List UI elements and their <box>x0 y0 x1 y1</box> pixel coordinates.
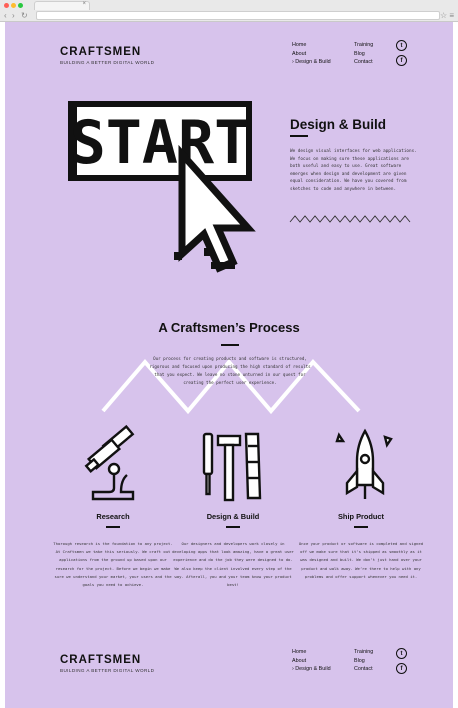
ship-product-title: Ship Product <box>338 512 384 521</box>
footer-logo[interactable]: CRAFTSMEN <box>60 654 141 666</box>
footer-link-about[interactable]: About <box>292 657 331 666</box>
footer-nav-primary: Home About › Design & Build <box>292 648 331 674</box>
design-build-title-underline <box>226 526 240 528</box>
footer-facebook-icon[interactable]: f <box>396 663 407 674</box>
footer-link-design-build[interactable]: › Design & Build <box>292 665 331 674</box>
browser-toolbar: ‹ › ↻ ☆ ≡ <box>0 10 458 22</box>
rocket-icon <box>335 428 393 499</box>
footer-tagline: BUILDING A BETTER DIGITAL WORLD <box>60 668 155 673</box>
process-title: A Craftsmen’s Process <box>158 320 300 335</box>
reload-button[interactable]: ↻ <box>21 11 28 20</box>
back-button[interactable]: ‹ <box>4 11 7 20</box>
footer-link-home[interactable]: Home <box>292 648 331 657</box>
minimize-window-button[interactable] <box>11 3 16 8</box>
footer-link-training[interactable]: Training <box>354 648 373 657</box>
research-title-underline <box>106 526 120 528</box>
research-title: Research <box>96 512 130 521</box>
process-title-underline <box>221 344 239 346</box>
web-page: CRAFTSMEN BUILDING A BETTER DIGITAL WORL… <box>5 22 453 708</box>
microscope-icon <box>84 424 135 501</box>
research-body-text: Thorough research is the foundation to a… <box>53 541 173 588</box>
process-body-text: Our process for creating products and so… <box>149 356 311 385</box>
browser-tab[interactable]: × <box>34 1 90 10</box>
tab-bar: × <box>0 0 458 10</box>
tab-close-icon[interactable]: × <box>82 1 86 7</box>
address-bar[interactable] <box>36 11 440 20</box>
design-build-body-text: Our designers and developers work closel… <box>172 541 294 588</box>
browser-chrome: × ‹ › ↻ ☆ ≡ <box>0 0 458 22</box>
footer-link-contact[interactable]: Contact <box>354 665 373 674</box>
footer-nav-secondary: Training Blog Contact <box>354 648 373 674</box>
close-window-button[interactable] <box>4 3 9 8</box>
forward-button[interactable]: › <box>12 11 15 20</box>
design-build-title: Design & Build <box>206 512 260 521</box>
footer-link-blog[interactable]: Blog <box>354 657 373 666</box>
ship-product-title-underline <box>354 526 368 528</box>
tools-icon <box>202 432 262 502</box>
footer-twitter-icon[interactable]: t <box>396 648 407 659</box>
zoom-window-button[interactable] <box>18 3 23 8</box>
browser-menu-icon[interactable]: ☆ ≡ <box>440 11 454 20</box>
ship-product-body-text: Once your product or software is complet… <box>298 541 424 579</box>
